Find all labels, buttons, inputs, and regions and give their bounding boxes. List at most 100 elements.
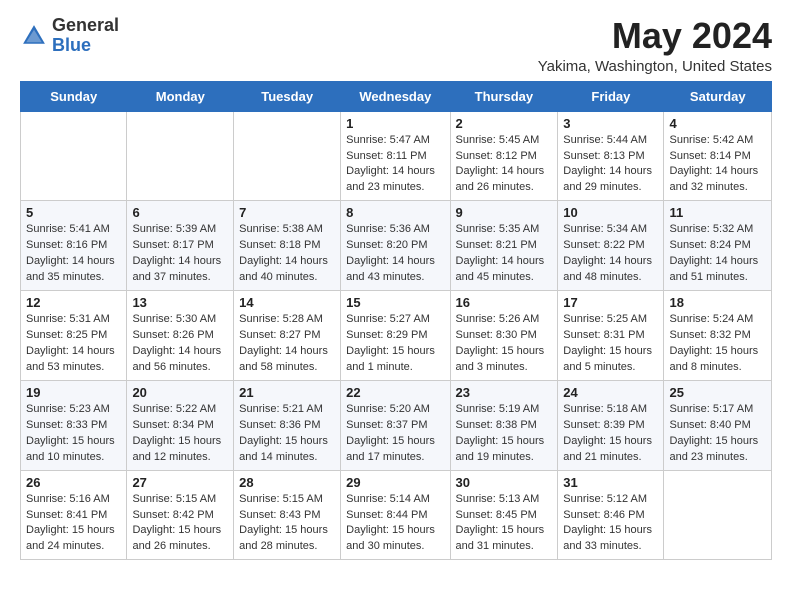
subtitle: Yakima, Washington, United States xyxy=(538,58,772,75)
table-row xyxy=(664,470,772,560)
day-info: Sunrise: 5:17 AM Sunset: 8:40 PM Dayligh… xyxy=(669,402,766,466)
table-row: 17Sunrise: 5:25 AM Sunset: 8:31 PM Dayli… xyxy=(558,291,664,381)
table-row: 4 Sunrise: 5:42 AM Sunset: 8:14 PM Daylig… xyxy=(664,111,772,201)
calendar-week-row: 1Sunrise: 5:47 AM Sunset: 8:11 PM Daylig… xyxy=(21,111,772,201)
logo-text: General Blue xyxy=(52,16,119,56)
day-number: 10 xyxy=(563,205,658,220)
table-row: 1Sunrise: 5:47 AM Sunset: 8:11 PM Daylig… xyxy=(341,111,450,201)
table-row: 28Sunrise: 5:15 AM Sunset: 8:43 PM Dayli… xyxy=(234,470,341,560)
header: General Blue May 2024 Yakima, Washington… xyxy=(20,16,772,75)
logo-icon xyxy=(20,22,48,50)
table-row xyxy=(21,111,127,201)
table-row: 14 Sunrise: 5:28 AM Sunset: 8:27 PM Dayli… xyxy=(234,291,341,381)
col-monday: Monday xyxy=(127,81,234,111)
day-info: Sunrise: 5:13 AM Sunset: 8:45 PM Dayligh… xyxy=(456,492,553,556)
day-info: Sunrise: 5:28 AM Sunset: 8:27 PM Dayligh… xyxy=(239,312,335,376)
day-number: 27 xyxy=(132,475,228,490)
day-number: 3 xyxy=(563,116,658,131)
day-info: Sunrise: 5:19 AM Sunset: 8:38 PM Dayligh… xyxy=(456,402,553,466)
table-row: 18Sunrise: 5:24 AM Sunset: 8:32 PM Dayli… xyxy=(664,291,772,381)
day-number: 29 xyxy=(346,475,444,490)
col-saturday: Saturday xyxy=(664,81,772,111)
day-info: Sunrise: 5:31 AM Sunset: 8:25 PM Dayligh… xyxy=(26,312,121,376)
day-info: Sunrise: 5:20 AM Sunset: 8:37 PM Dayligh… xyxy=(346,402,444,466)
title-block: May 2024 Yakima, Washington, United Stat… xyxy=(538,16,772,75)
day-number: 6 xyxy=(132,205,228,220)
day-number: 22 xyxy=(346,385,444,400)
day-info: Sunrise: 5:26 AM Sunset: 8:30 PM Dayligh… xyxy=(456,312,553,376)
page: General Blue May 2024 Yakima, Washington… xyxy=(0,0,792,576)
table-row: 21 Sunrise: 5:21 AM Sunset: 8:36 PM Dayli… xyxy=(234,380,341,470)
day-number: 24 xyxy=(563,385,658,400)
table-row xyxy=(127,111,234,201)
calendar-week-row: 19 Sunrise: 5:23 AM Sunset: 8:33 PM Dayli… xyxy=(21,380,772,470)
day-number: 11 xyxy=(669,205,766,220)
day-info: Sunrise: 5:12 AM Sunset: 8:46 PM Dayligh… xyxy=(563,492,658,556)
day-info: Sunrise: 5:32 AM Sunset: 8:24 PM Dayligh… xyxy=(669,222,766,286)
day-info: Sunrise: 5:38 AM Sunset: 8:18 PM Dayligh… xyxy=(239,222,335,286)
day-number: 21 xyxy=(239,385,335,400)
day-info: Sunrise: 5:42 AM Sunset: 8:14 PM Dayligh… xyxy=(669,133,766,197)
day-number: 8 xyxy=(346,205,444,220)
table-row: 30 Sunrise: 5:13 AM Sunset: 8:45 PM Dayli… xyxy=(450,470,558,560)
table-row: 26 Sunrise: 5:16 AM Sunset: 8:41 PM Dayli… xyxy=(21,470,127,560)
table-row: 2Sunrise: 5:45 AM Sunset: 8:12 PM Daylig… xyxy=(450,111,558,201)
day-info: Sunrise: 5:14 AM Sunset: 8:44 PM Dayligh… xyxy=(346,492,444,556)
day-info: Sunrise: 5:41 AM Sunset: 8:16 PM Dayligh… xyxy=(26,222,121,286)
calendar-week-row: 12 Sunrise: 5:31 AM Sunset: 8:25 PM Dayli… xyxy=(21,291,772,381)
col-tuesday: Tuesday xyxy=(234,81,341,111)
day-number: 7 xyxy=(239,205,335,220)
day-number: 16 xyxy=(456,295,553,310)
table-row: 15Sunrise: 5:27 AM Sunset: 8:29 PM Dayli… xyxy=(341,291,450,381)
day-number: 31 xyxy=(563,475,658,490)
logo: General Blue xyxy=(20,16,119,56)
day-info: Sunrise: 5:24 AM Sunset: 8:32 PM Dayligh… xyxy=(669,312,766,376)
table-row: 23Sunrise: 5:19 AM Sunset: 8:38 PM Dayli… xyxy=(450,380,558,470)
day-info: Sunrise: 5:34 AM Sunset: 8:22 PM Dayligh… xyxy=(563,222,658,286)
day-info: Sunrise: 5:47 AM Sunset: 8:11 PM Dayligh… xyxy=(346,133,444,197)
day-number: 26 xyxy=(26,475,121,490)
calendar-week-row: 5 Sunrise: 5:41 AM Sunset: 8:16 PM Daylig… xyxy=(21,201,772,291)
main-title: May 2024 xyxy=(538,16,772,56)
calendar-header-row: Sunday Monday Tuesday Wednesday Thursday… xyxy=(21,81,772,111)
day-info: Sunrise: 5:23 AM Sunset: 8:33 PM Dayligh… xyxy=(26,402,121,466)
calendar-week-row: 26 Sunrise: 5:16 AM Sunset: 8:41 PM Dayli… xyxy=(21,470,772,560)
table-row: 8 Sunrise: 5:36 AM Sunset: 8:20 PM Daylig… xyxy=(341,201,450,291)
table-row: 13Sunrise: 5:30 AM Sunset: 8:26 PM Dayli… xyxy=(127,291,234,381)
day-info: Sunrise: 5:16 AM Sunset: 8:41 PM Dayligh… xyxy=(26,492,121,556)
col-friday: Friday xyxy=(558,81,664,111)
day-number: 19 xyxy=(26,385,121,400)
day-info: Sunrise: 5:21 AM Sunset: 8:36 PM Dayligh… xyxy=(239,402,335,466)
day-info: Sunrise: 5:15 AM Sunset: 8:42 PM Dayligh… xyxy=(132,492,228,556)
table-row: 24 Sunrise: 5:18 AM Sunset: 8:39 PM Dayli… xyxy=(558,380,664,470)
col-sunday: Sunday xyxy=(21,81,127,111)
table-row: 20Sunrise: 5:22 AM Sunset: 8:34 PM Dayli… xyxy=(127,380,234,470)
day-number: 14 xyxy=(239,295,335,310)
day-info: Sunrise: 5:25 AM Sunset: 8:31 PM Dayligh… xyxy=(563,312,658,376)
table-row: 7 Sunrise: 5:38 AM Sunset: 8:18 PM Daylig… xyxy=(234,201,341,291)
table-row: 16 Sunrise: 5:26 AM Sunset: 8:30 PM Dayli… xyxy=(450,291,558,381)
day-number: 30 xyxy=(456,475,553,490)
table-row: 29 Sunrise: 5:14 AM Sunset: 8:44 PM Dayli… xyxy=(341,470,450,560)
day-info: Sunrise: 5:22 AM Sunset: 8:34 PM Dayligh… xyxy=(132,402,228,466)
day-info: Sunrise: 5:15 AM Sunset: 8:43 PM Dayligh… xyxy=(239,492,335,556)
table-row: 3Sunrise: 5:44 AM Sunset: 8:13 PM Daylig… xyxy=(558,111,664,201)
table-row: 19 Sunrise: 5:23 AM Sunset: 8:33 PM Dayli… xyxy=(21,380,127,470)
table-row: 25Sunrise: 5:17 AM Sunset: 8:40 PM Dayli… xyxy=(664,380,772,470)
table-row: 12 Sunrise: 5:31 AM Sunset: 8:25 PM Dayli… xyxy=(21,291,127,381)
day-number: 5 xyxy=(26,205,121,220)
col-thursday: Thursday xyxy=(450,81,558,111)
day-info: Sunrise: 5:45 AM Sunset: 8:12 PM Dayligh… xyxy=(456,133,553,197)
logo-blue-text: Blue xyxy=(52,36,119,56)
day-info: Sunrise: 5:27 AM Sunset: 8:29 PM Dayligh… xyxy=(346,312,444,376)
day-number: 4 xyxy=(669,116,766,131)
day-info: Sunrise: 5:18 AM Sunset: 8:39 PM Dayligh… xyxy=(563,402,658,466)
table-row: 5 Sunrise: 5:41 AM Sunset: 8:16 PM Daylig… xyxy=(21,201,127,291)
table-row: 6Sunrise: 5:39 AM Sunset: 8:17 PM Daylig… xyxy=(127,201,234,291)
day-info: Sunrise: 5:35 AM Sunset: 8:21 PM Dayligh… xyxy=(456,222,553,286)
logo-general-text: General xyxy=(52,16,119,36)
table-row xyxy=(234,111,341,201)
table-row: 11 Sunrise: 5:32 AM Sunset: 8:24 PM Dayli… xyxy=(664,201,772,291)
day-info: Sunrise: 5:36 AM Sunset: 8:20 PM Dayligh… xyxy=(346,222,444,286)
day-number: 12 xyxy=(26,295,121,310)
